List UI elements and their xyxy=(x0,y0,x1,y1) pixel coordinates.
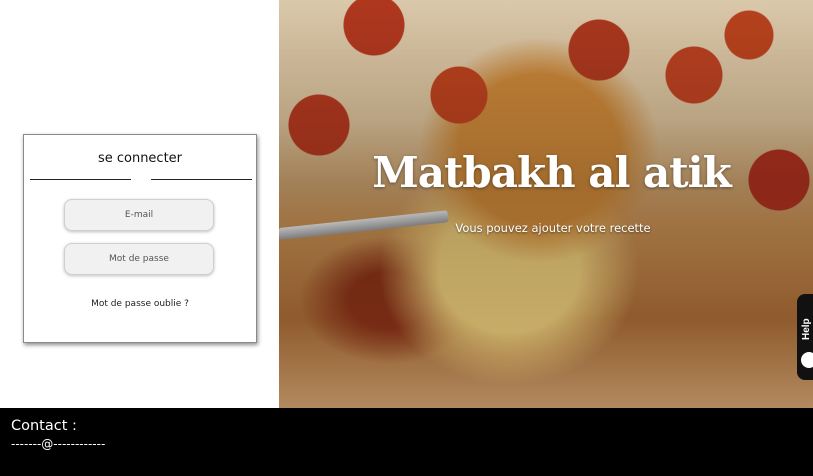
contact-email: -------@------------ xyxy=(11,437,106,451)
forgot-password-link[interactable]: Mot de passe oublie ? xyxy=(24,299,256,309)
footer: Contact : -------@------------ xyxy=(0,408,813,476)
title-divider-right xyxy=(151,179,252,180)
hero-overlay xyxy=(279,0,813,408)
help-toggle-icon[interactable] xyxy=(801,352,813,368)
login-title: se connecter xyxy=(97,151,183,166)
email-field[interactable] xyxy=(64,199,214,231)
title-divider-left xyxy=(30,179,131,180)
hero-subtitle: Vous pouvez ajouter votre recette xyxy=(455,221,651,235)
login-card: se connecter Mot de passe oublie ? xyxy=(23,134,257,343)
help-widget[interactable]: Help xyxy=(797,294,813,380)
hero-image: Matbakh al atik Vous pouvez ajouter votr… xyxy=(279,0,813,408)
login-pane: se connecter Mot de passe oublie ? xyxy=(0,0,279,408)
password-field[interactable] xyxy=(64,243,214,275)
site-title: Matbakh al atik xyxy=(372,148,731,197)
help-label: Help xyxy=(801,318,812,340)
contact-label: Contact : xyxy=(11,418,77,434)
